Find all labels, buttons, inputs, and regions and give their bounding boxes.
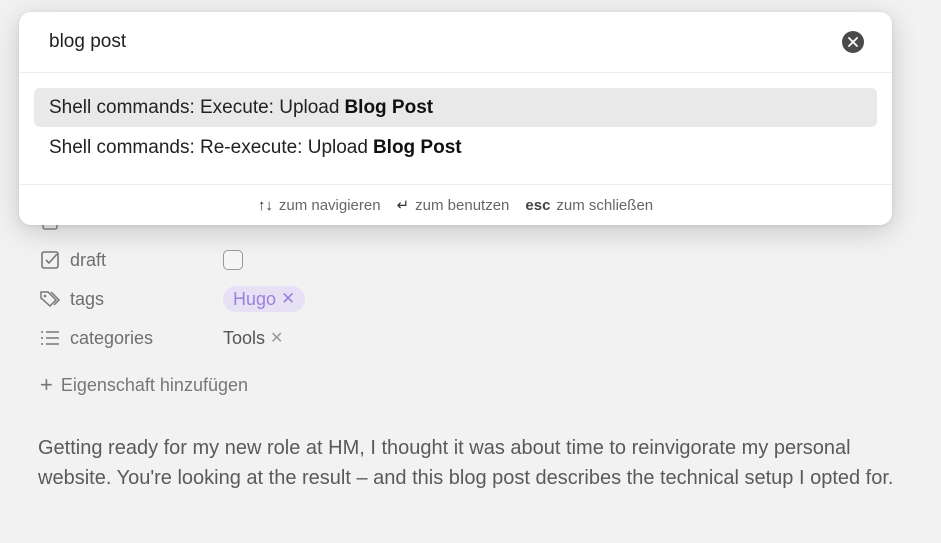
command-palette: Shell commands: Execute: Upload Blog Pos…: [19, 12, 892, 225]
result-prefix: Shell commands: Re-execute: Upload: [49, 136, 368, 158]
close-icon: [848, 37, 858, 47]
tag-hugo[interactable]: Hugo ✕: [223, 286, 306, 312]
add-property-label: Eigenschaft hinzufügen: [60, 374, 248, 395]
draft-checkbox[interactable]: [223, 250, 243, 270]
remove-tag-icon[interactable]: ✕: [281, 289, 295, 309]
category-value[interactable]: Tools ✕: [223, 328, 283, 349]
list-icon: [38, 326, 62, 350]
esc-key: esc: [525, 196, 551, 214]
hint-use: ↵ zum benutzen: [396, 196, 510, 215]
command-search-input[interactable]: [49, 31, 842, 53]
plus-icon: +: [40, 372, 53, 397]
checkbox-property-icon: [38, 248, 62, 272]
property-row-categories: categories Tools ✕: [38, 325, 283, 351]
remove-category-icon[interactable]: ✕: [270, 328, 283, 348]
arrow-keys-icon: ↑↓: [257, 196, 273, 214]
property-name-draft: draft: [70, 249, 107, 270]
property-name-tags: tags: [70, 288, 105, 309]
hint-navigate: ↑↓ zum navigieren: [258, 197, 381, 214]
result-match: Blog Post: [344, 96, 434, 118]
tag-label: Hugo: [233, 288, 277, 309]
command-result-item[interactable]: Shell commands: Re-execute: Upload Blog …: [34, 128, 877, 167]
palette-footer: ↑↓ zum navigieren ↵ zum benutzen esc zum…: [19, 184, 892, 225]
command-results: Shell commands: Execute: Upload Blog Pos…: [19, 73, 892, 184]
clear-search-button[interactable]: [842, 31, 864, 53]
note-paragraph: Getting ready for my new role at HM, I t…: [38, 437, 894, 489]
hint-use-label: zum benutzen: [415, 196, 510, 214]
enter-key-icon: ↵: [396, 197, 410, 214]
property-row-draft: draft: [38, 247, 243, 273]
tags-icon: [38, 287, 62, 311]
hint-navigate-label: zum navigieren: [278, 196, 381, 214]
hint-close-label: zum schließen: [556, 196, 654, 214]
command-result-item[interactable]: Shell commands: Execute: Upload Blog Pos…: [34, 88, 877, 127]
add-property-button[interactable]: + Eigenschaft hinzufügen: [40, 372, 248, 398]
property-row-tags: tags Hugo ✕: [38, 286, 306, 312]
property-name-categories: categories: [70, 327, 154, 348]
palette-search-row: [19, 12, 892, 73]
hint-close: esc zum schließen: [525, 197, 653, 214]
category-label: Tools: [223, 327, 266, 348]
result-prefix: Shell commands: Execute: Upload: [49, 96, 340, 118]
result-match: Blog Post: [372, 136, 462, 158]
